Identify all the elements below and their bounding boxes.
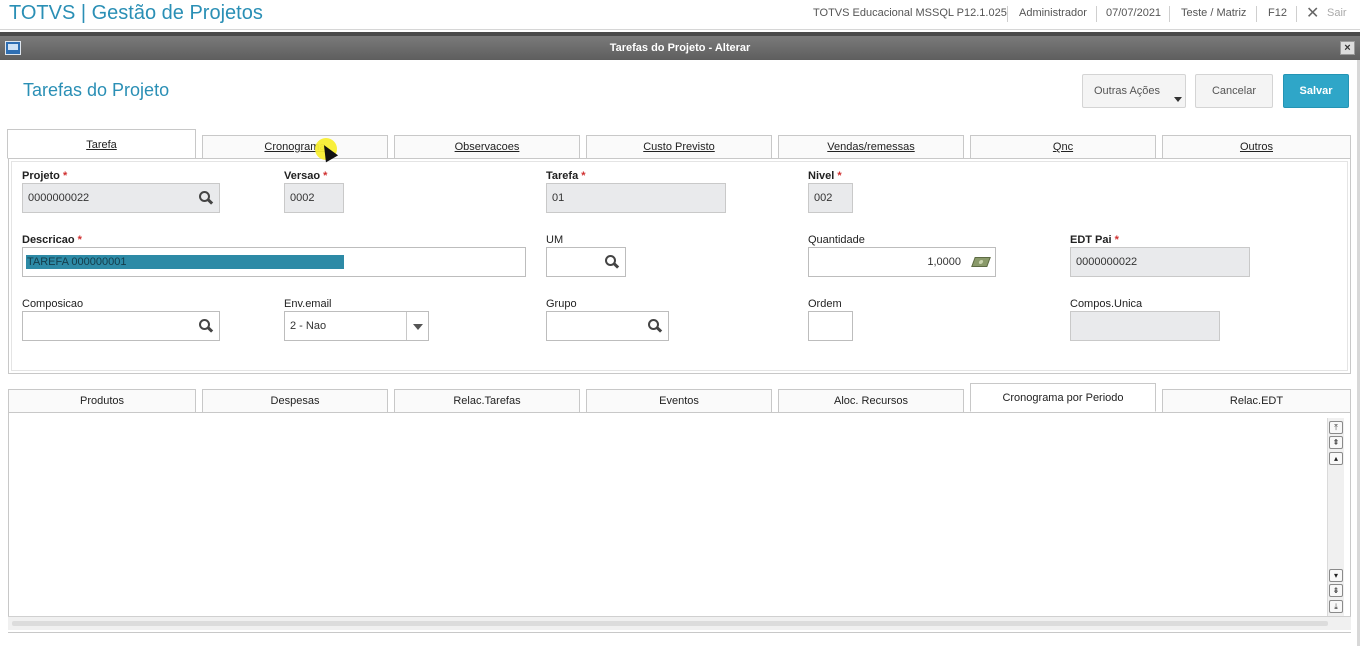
cancel-button[interactable]: Cancelar: [1195, 74, 1273, 108]
tab-relac-tarefas[interactable]: Relac.Tarefas: [394, 389, 580, 413]
search-icon[interactable]: [605, 255, 619, 269]
header-divider: [1007, 6, 1008, 22]
versao-label: Versao *: [284, 170, 328, 182]
tarefa-field[interactable]: 01: [546, 183, 726, 213]
required-mark: *: [77, 234, 82, 246]
scroll-page-down-icon[interactable]: ⇟: [1329, 584, 1343, 597]
tab-observacoes[interactable]: Observacoes: [394, 135, 580, 159]
projeto-field[interactable]: 0000000022: [22, 183, 220, 213]
quantidade-field[interactable]: 1,0000: [808, 247, 996, 277]
app-title: TOTVS | Gestão de Projetos: [9, 2, 263, 24]
system-date[interactable]: 07/07/2021: [1106, 7, 1161, 19]
header-divider: [1296, 6, 1297, 22]
tarefa-label: Tarefa *: [546, 170, 586, 182]
tab-vendas-remessas[interactable]: Vendas/remessas: [778, 135, 964, 159]
header-divider: [1096, 6, 1097, 22]
scroll-bottom-icon[interactable]: ⤓: [1329, 600, 1343, 613]
header-divider: [1256, 6, 1257, 22]
grupo-field[interactable]: [546, 311, 669, 341]
descricao-value: TAREFA 000000001: [26, 255, 344, 269]
composicao-field[interactable]: [22, 311, 220, 341]
search-icon[interactable]: [648, 319, 662, 333]
tab-outros[interactable]: Outros: [1162, 135, 1351, 159]
page-title: Tarefas do Projeto: [23, 80, 170, 100]
tab-cronograma[interactable]: Cronograma: [202, 135, 388, 159]
required-mark: *: [62, 170, 68, 182]
caret-down-icon: [1174, 97, 1182, 102]
window-title: Tarefas do Projeto - Alterar: [609, 42, 751, 54]
scroll-page-up-icon[interactable]: ⇞: [1329, 436, 1343, 449]
nivel-value: 002: [814, 192, 833, 204]
close-icon[interactable]: ✕: [1306, 3, 1319, 23]
scroll-top-icon[interactable]: ⤒: [1329, 421, 1343, 434]
ordem-label: Ordem: [808, 298, 842, 310]
tab-relac-edt[interactable]: Relac.EDT: [1162, 389, 1351, 413]
chevron-down-icon[interactable]: [406, 312, 428, 340]
quantidade-label: Quantidade: [808, 234, 865, 246]
window-close-button[interactable]: ×: [1340, 41, 1355, 55]
descricao-label: Descricao *: [22, 234, 82, 246]
tab-aloc-recursos[interactable]: Aloc. Recursos: [778, 389, 964, 413]
um-label: UM: [546, 234, 564, 246]
compos-unica-label: Compos.Unica: [1070, 298, 1143, 310]
nivel-field[interactable]: 002: [808, 183, 853, 213]
env-email-value: 2 - Nao: [290, 320, 327, 332]
descricao-field[interactable]: TAREFA 000000001: [22, 247, 526, 277]
scroll-up-icon[interactable]: ▴: [1329, 452, 1343, 465]
edt-pai-value: 0000000022: [1076, 256, 1138, 268]
tab-cronograma-por-periodo[interactable]: Cronograma por Periodo: [970, 383, 1156, 412]
required-mark: *: [581, 170, 586, 182]
money-icon[interactable]: [971, 257, 991, 267]
env-email-select[interactable]: 2 - Nao: [284, 311, 429, 341]
horizontal-scroll-thumb[interactable]: [12, 621, 1328, 626]
vertical-scrollbar[interactable]: ⤒ ⇞ ▴ ▾ ⇟ ⤓: [1327, 418, 1344, 616]
projeto-value: 0000000022: [28, 192, 90, 204]
composicao-label: Composicao: [22, 298, 84, 310]
search-icon[interactable]: [199, 319, 213, 333]
more-actions-label: Outras Ações: [1094, 85, 1161, 97]
tab-despesas[interactable]: Despesas: [202, 389, 388, 413]
um-field[interactable]: [546, 247, 626, 277]
tarefa-value: 01: [552, 192, 565, 204]
required-mark: *: [1114, 234, 1119, 246]
header-divider: [1169, 6, 1170, 22]
projeto-label: Projeto *: [22, 170, 68, 182]
tab-produtos[interactable]: Produtos: [8, 389, 196, 413]
versao-value: 0002: [290, 192, 315, 204]
grupo-label: Grupo: [546, 298, 577, 310]
window-titlebar[interactable]: Tarefas do Projeto - Alterar ×: [0, 36, 1360, 60]
tarefa-form-panel: Projeto * 0000000022 Versao * 0002 Taref…: [8, 158, 1351, 374]
scroll-down-icon[interactable]: ▾: [1329, 569, 1343, 582]
edt-pai-label: EDT Pai *: [1070, 234, 1119, 246]
tab-qnc[interactable]: Qnc: [970, 135, 1156, 159]
versao-field[interactable]: 0002: [284, 183, 344, 213]
help-shortcut[interactable]: F12: [1268, 7, 1287, 19]
compos-unica-field[interactable]: [1070, 311, 1220, 341]
app-header: TOTVS | Gestão de Projetos TOTVS Educaci…: [0, 0, 1360, 30]
environment-info: TOTVS Educacional MSSQL P12.1.025: [813, 7, 1007, 19]
tab-eventos[interactable]: Eventos: [586, 389, 772, 413]
required-mark: *: [323, 170, 328, 182]
quantidade-value: 1,0000: [927, 256, 961, 268]
bottom-panel-edge: [8, 632, 1351, 646]
tab-tarefa[interactable]: Tarefa: [7, 129, 196, 159]
tab-custo-previsto[interactable]: Custo Previsto: [586, 135, 772, 159]
search-icon[interactable]: [199, 191, 213, 205]
user-name[interactable]: Administrador: [1019, 7, 1087, 19]
horizontal-scrollbar[interactable]: [8, 616, 1351, 630]
cronograma-grid[interactable]: [8, 412, 1351, 630]
ordem-field[interactable]: [808, 311, 853, 341]
save-button[interactable]: Salvar: [1283, 74, 1349, 108]
more-actions-button[interactable]: Outras Ações: [1082, 74, 1186, 108]
app-root: TOTVS | Gestão de Projetos TOTVS Educaci…: [0, 0, 1360, 646]
required-mark: *: [837, 170, 842, 182]
branch-selector[interactable]: Teste / Matriz: [1181, 7, 1246, 19]
nivel-label: Nivel *: [808, 170, 842, 182]
exit-button[interactable]: Sair: [1327, 7, 1347, 19]
env-email-label: Env.email: [284, 298, 332, 310]
edt-pai-field[interactable]: 0000000022: [1070, 247, 1250, 277]
